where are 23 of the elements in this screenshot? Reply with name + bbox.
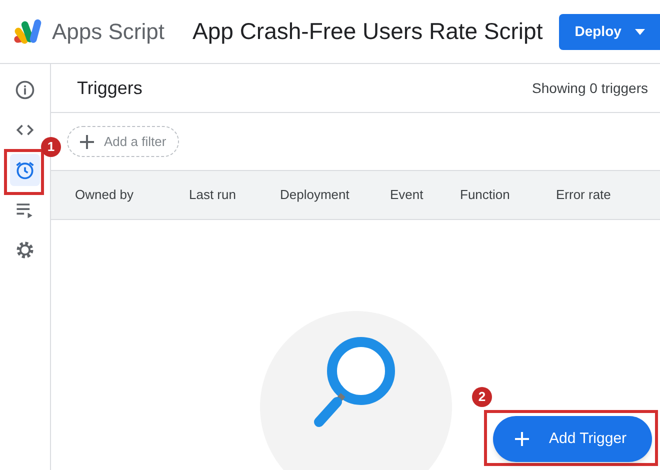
deploy-button[interactable]: Deploy xyxy=(558,14,660,50)
column-header: Deployment xyxy=(279,186,350,204)
column-header: Last run xyxy=(188,186,237,204)
column-header: Function xyxy=(459,186,511,204)
app-name: Apps Script xyxy=(52,18,164,46)
trigger-count: Showing 0 triggers xyxy=(532,78,648,98)
info-icon xyxy=(14,79,36,101)
callout-number: 2 xyxy=(472,387,492,407)
caret-icon xyxy=(635,28,646,34)
column-header: Owned by xyxy=(74,186,135,204)
column-header: Error rate xyxy=(555,186,612,204)
page-title: Triggers xyxy=(77,76,142,100)
alarm-clock-tab[interactable] xyxy=(10,154,40,186)
settings-icon xyxy=(14,239,36,261)
project-title: App Crash-Free Users Rate Script xyxy=(192,17,543,46)
add-filter-chip[interactable]: Add a filter xyxy=(67,126,180,157)
plus-icon xyxy=(515,432,529,446)
alarm-clock-icon xyxy=(14,159,36,181)
callout-box xyxy=(4,149,44,195)
callout-number: 1 xyxy=(41,137,61,157)
column-header: Event xyxy=(389,186,424,204)
add-trigger-button[interactable]: Add Trigger xyxy=(493,416,652,462)
plus-icon xyxy=(80,134,94,148)
